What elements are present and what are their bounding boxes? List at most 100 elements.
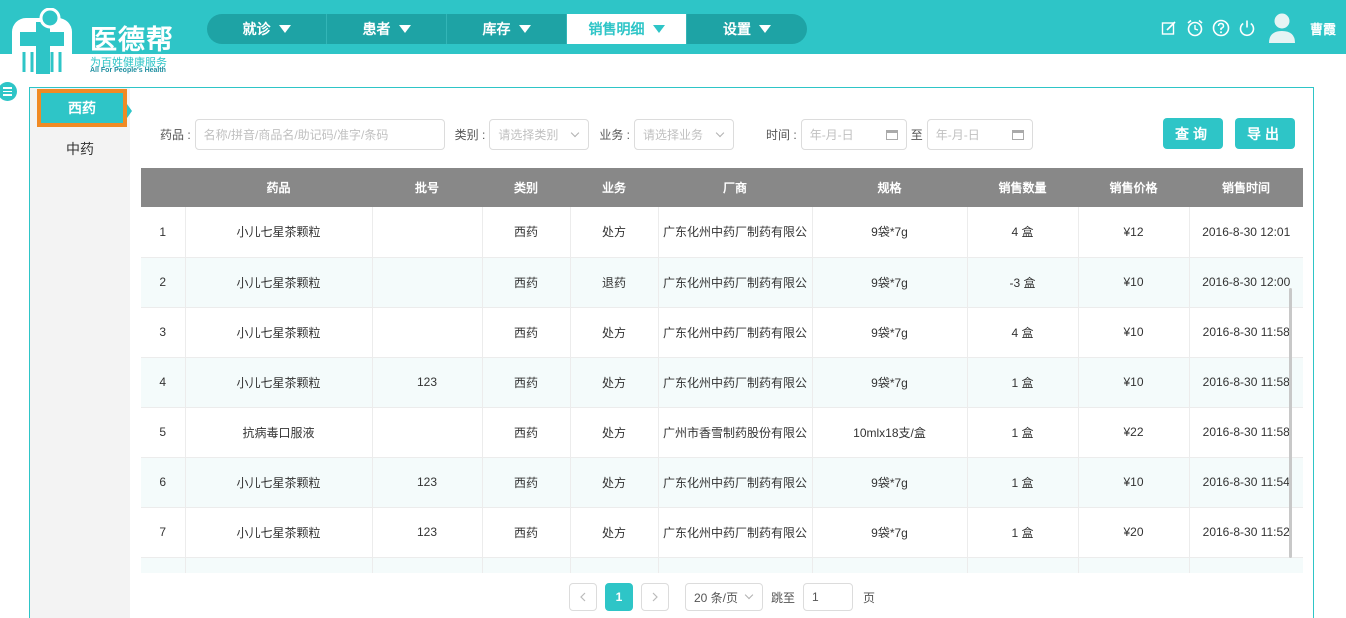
nav-sales-detail[interactable]: 销售明细 — [567, 14, 687, 44]
cell-manufacturer: 广东化州中药厂制药有限公 — [658, 457, 813, 508]
cell-batch — [372, 307, 483, 358]
table-row[interactable]: 4 小儿七星茶颗粒 123 西药 处方 广东化州中药厂制药有限公 9袋*7g 1… — [141, 357, 1303, 408]
table-row[interactable]: 3 小儿七星茶颗粒 西药 处方 广东化州中药厂制药有限公 9袋*7g 4 盒 ¥… — [141, 307, 1303, 358]
cell-category: 西药 — [482, 207, 571, 258]
prev-page-button[interactable] — [569, 583, 597, 611]
cell-quantity: 4 盒 — [967, 307, 1079, 358]
nav-label: 患者 — [362, 21, 391, 37]
cell-time: 2016-8-30 11:52 — [1189, 507, 1303, 558]
cell-drug: 小儿七星茶颗粒 — [185, 307, 373, 358]
cell-drug: 小儿七星茶颗粒 — [185, 207, 373, 258]
cell-spec: 9袋*7g — [812, 307, 968, 358]
cell-quantity: -3 盒 — [967, 257, 1079, 308]
cell-manufacturer: 广州市香雪制药股份有限公 — [658, 407, 813, 458]
avatar[interactable] — [1268, 12, 1296, 44]
drug-filter-label: 药品 : — [160, 127, 191, 142]
cell-drug: 小儿七星茶颗粒 — [185, 357, 373, 408]
nav-label: 销售明细 — [588, 21, 645, 37]
cell-batch: 123 — [372, 357, 483, 408]
cell-price: ¥12 — [1078, 207, 1190, 258]
start-date-placeholder: 年-月-日 — [809, 127, 854, 142]
chevron-right-icon — [652, 592, 658, 602]
jump-page-input[interactable]: 1 — [803, 583, 854, 611]
cell-manufacturer: 广东化州中药厂制药有限公 — [658, 507, 813, 558]
cell-business: 处方 — [570, 207, 659, 258]
query-button[interactable]: 查询 — [1163, 118, 1223, 149]
export-button[interactable]: 导出 — [1235, 118, 1295, 149]
column-header: 批号 — [372, 168, 482, 207]
header-tools: 曹霞 — [1160, 12, 1336, 44]
cell-time: 2016-8-30 12:00 — [1189, 257, 1303, 308]
nav-inventory[interactable]: 库存 — [447, 14, 567, 44]
tab-western-medicine[interactable]: 西药 — [37, 89, 132, 127]
cell-spec: 10mlx18支/盒 — [812, 407, 968, 458]
caret-down-icon — [518, 25, 531, 33]
table-row[interactable]: 7 小儿七星茶颗粒 123 西药 处方 广东化州中药厂制药有限公 9袋*7g 1… — [141, 507, 1303, 558]
next-page-button[interactable] — [641, 583, 669, 611]
alarm-clock-icon[interactable] — [1186, 19, 1204, 37]
cell-index: 3 — [141, 307, 186, 358]
cell-quantity: 1 盒 — [967, 457, 1079, 508]
app-title: 医德帮 — [90, 25, 174, 56]
caret-down-icon — [398, 25, 411, 33]
column-header — [141, 168, 185, 207]
main-nav: 就诊 患者 库存 销售明细 设置 — [207, 14, 807, 44]
table-row[interactable]: 2 小儿七星茶颗粒 西药 退药 广东化州中药厂制药有限公 9袋*7g -3 盒 … — [141, 257, 1303, 308]
nav-settings[interactable]: 设置 — [687, 14, 807, 44]
page-number-button[interactable]: 1 — [605, 583, 633, 611]
column-header: 销售数量 — [967, 168, 1078, 207]
user-name[interactable]: 曹霞 — [1310, 19, 1336, 38]
table-row[interactable]: 5 抗病毒口服液 西药 处方 广州市香雪制药股份有限公 10mlx18支/盒 1… — [141, 407, 1303, 458]
cell-price: ¥10 — [1078, 307, 1190, 358]
main-content: 西药 中药 药品 : 名称/拼音/商品名/助记码/准字/条码 类别 : 请选择类… — [29, 87, 1314, 618]
drug-search-input[interactable]: 名称/拼音/商品名/助记码/准字/条码 — [194, 118, 445, 150]
end-date-input[interactable]: 年-月-日 — [926, 118, 1033, 150]
category-sidebar: 西药 中药 — [30, 88, 132, 618]
tab-chinese-medicine[interactable]: 中药 — [30, 129, 130, 169]
nav-patient[interactable]: 患者 — [327, 14, 447, 44]
cell-price: ¥10 — [1078, 257, 1190, 308]
end-date-placeholder: 年-月-日 — [935, 127, 980, 142]
caret-down-icon — [652, 25, 665, 33]
cell-price: ¥22 — [1078, 407, 1190, 458]
cell-spec: 9袋*7g — [812, 207, 968, 258]
table-row[interactable]: 1 小儿七星茶颗粒 西药 处方 广东化州中药厂制药有限公 9袋*7g 4 盒 ¥… — [141, 207, 1303, 258]
cell-batch: 123 — [372, 457, 483, 508]
cell-manufacturer: 广东化州中药厂制药有限公 — [658, 357, 813, 408]
power-icon[interactable] — [1238, 19, 1256, 37]
column-header: 销售时间 — [1189, 168, 1303, 207]
cell-quantity: 1 盒 — [967, 507, 1079, 558]
cell-spec: 9袋*7g — [812, 257, 968, 308]
calendar-icon — [1011, 129, 1024, 140]
time-filter-label: 时间 : — [766, 127, 797, 142]
start-date-input[interactable]: 年-月-日 — [800, 118, 907, 150]
nav-visit[interactable]: 就诊 — [207, 14, 327, 44]
cell-index: 5 — [141, 407, 186, 458]
cell-spec: 9袋*7g — [812, 457, 968, 508]
chevron-left-icon — [580, 592, 586, 602]
cell-index: 6 — [141, 457, 186, 508]
nav-label: 设置 — [723, 21, 751, 37]
cell-manufacturer: 广东化州中药厂制药有限公 — [658, 207, 813, 258]
table-scrollbar[interactable] — [1289, 288, 1292, 558]
cell-drug: 小儿七星茶颗粒 — [185, 457, 373, 508]
business-select[interactable]: 请选择业务 — [634, 118, 735, 150]
nav-label: 库存 — [482, 21, 511, 37]
page-suffix-label: 页 — [863, 590, 876, 605]
page-size-select[interactable]: 20 条/页 — [685, 583, 763, 611]
help-icon[interactable] — [1212, 19, 1230, 37]
cell-time: 2016-8-30 11:54 — [1189, 457, 1303, 508]
cell-batch — [372, 257, 483, 308]
cell-quantity: 1 盒 — [967, 407, 1079, 458]
caret-down-icon — [759, 25, 771, 33]
drug-search-placeholder: 名称/拼音/商品名/助记码/准字/条码 — [203, 127, 389, 142]
menu-toggle-icon[interactable] — [0, 82, 17, 101]
category-select[interactable]: 请选择类别 — [489, 118, 590, 150]
chevron-down-icon — [744, 590, 754, 600]
cell-category: 西药 — [482, 257, 571, 308]
cell-business: 处方 — [570, 307, 659, 358]
sales-table: 药品 批号 类别 业务 厂商 规格 销售数量 销售价格 销售时间 1 小儿七星茶… — [141, 168, 1303, 573]
chevron-down-icon — [571, 128, 580, 137]
edit-icon[interactable] — [1160, 19, 1178, 37]
table-row[interactable]: 6 小儿七星茶颗粒 123 西药 处方 广东化州中药厂制药有限公 9袋*7g 1… — [141, 457, 1303, 508]
